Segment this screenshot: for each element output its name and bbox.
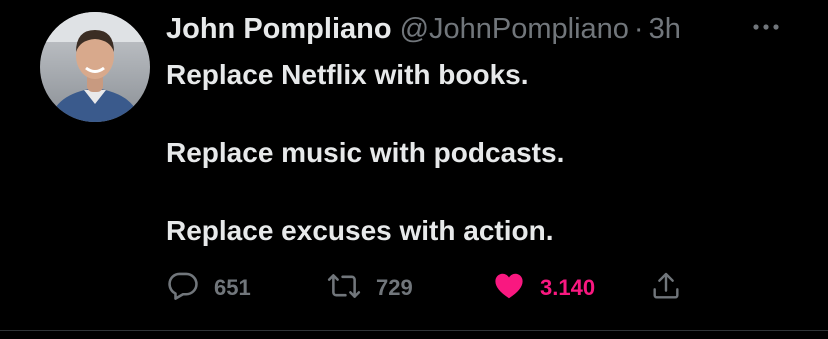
tweet-header: John Pompliano @JohnPompliano · 3h xyxy=(166,12,681,46)
retweet-icon xyxy=(326,269,362,308)
author-name[interactable]: John Pompliano xyxy=(166,12,392,46)
reply-count: 651 xyxy=(214,275,251,300)
more-icon xyxy=(752,18,780,36)
more-options-button[interactable] xyxy=(748,10,784,44)
divider xyxy=(0,330,828,331)
tweet[interactable]: John Pompliano @JohnPompliano · 3h Repla… xyxy=(0,0,828,339)
tweet-line: Replace music with podcasts. xyxy=(166,137,565,168)
retweet-button[interactable]: 729 xyxy=(326,270,413,306)
retweet-count: 729 xyxy=(376,275,413,300)
heart-icon xyxy=(492,270,526,307)
tweet-text: Replace Netflix with books. Replace musi… xyxy=(166,55,564,250)
share-button[interactable] xyxy=(650,270,682,306)
like-button[interactable]: 3.140 xyxy=(492,270,595,306)
timestamp[interactable]: 3h xyxy=(649,12,681,46)
tweet-line: Replace Netflix with books. xyxy=(166,59,529,90)
separator-dot: · xyxy=(633,13,644,45)
avatar[interactable] xyxy=(40,12,150,122)
tweet-line xyxy=(166,172,564,211)
tweet-actions: 651 729 3.140 xyxy=(166,270,726,306)
share-icon xyxy=(650,270,682,307)
tweet-line xyxy=(166,94,564,133)
reply-icon xyxy=(166,269,200,308)
reply-button[interactable]: 651 xyxy=(166,270,251,306)
tweet-line: Replace excuses with action. xyxy=(166,215,554,246)
author-handle[interactable]: @JohnPompliano xyxy=(400,12,629,46)
like-count: 3.140 xyxy=(540,275,596,300)
